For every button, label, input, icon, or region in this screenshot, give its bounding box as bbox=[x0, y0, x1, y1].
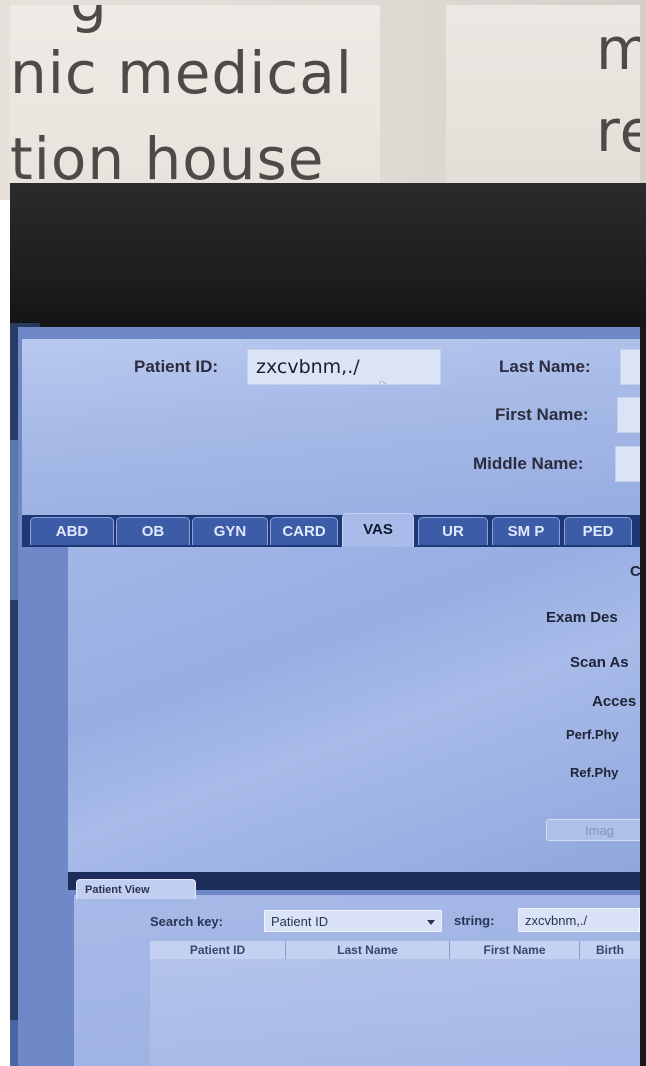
first-name-label: First Name: bbox=[495, 405, 589, 424]
patient-id-label: Patient ID: bbox=[134, 357, 219, 376]
tab-gyn[interactable]: GYN bbox=[192, 517, 268, 545]
tab-abd[interactable]: ABD bbox=[30, 517, 114, 545]
tab-ob[interactable]: OB bbox=[116, 517, 190, 545]
exam-desc-label: Exam Des bbox=[546, 609, 618, 626]
sign-text-right-line1: m bbox=[596, 15, 640, 83]
tab-ur[interactable]: UR bbox=[418, 517, 488, 545]
exam-label-c: C bbox=[630, 563, 640, 580]
patient-grid-body[interactable] bbox=[150, 959, 640, 1066]
tab-smp[interactable]: SM P bbox=[492, 517, 560, 545]
search-key-select[interactable]: Patient ID bbox=[264, 910, 442, 932]
last-name-field[interactable] bbox=[620, 349, 640, 385]
column-patient-id[interactable]: Patient ID bbox=[150, 941, 286, 959]
middle-name-label: Middle Name: bbox=[473, 454, 584, 473]
ultrasound-screen: Patient ID: zxcvbnm,./ Last Name: First … bbox=[18, 327, 640, 1066]
search-string-field[interactable]: zxcvbnm,./ bbox=[518, 908, 640, 932]
wall-sign-right: m re bbox=[446, 5, 640, 195]
sign-text-top: g bbox=[70, 5, 108, 35]
tab-ped[interactable]: PED bbox=[564, 517, 632, 545]
column-first-name[interactable]: First Name bbox=[450, 941, 580, 959]
search-string-value: zxcvbnm,./ bbox=[525, 913, 588, 928]
patient-id-value: zxcvbnm,./ bbox=[256, 356, 360, 378]
tab-card[interactable]: CARD bbox=[270, 517, 338, 545]
mouse-cursor-icon bbox=[374, 377, 396, 384]
last-name-label: Last Name: bbox=[499, 357, 591, 376]
accession-label: Acces bbox=[592, 693, 637, 710]
search-key-value: Patient ID bbox=[271, 914, 329, 929]
sign-text-right-line2: re bbox=[596, 97, 640, 165]
tab-vas[interactable]: VAS bbox=[342, 513, 414, 547]
ref-phy-label: Ref.Phy bbox=[570, 765, 619, 780]
perf-phy-label: Perf.Phy bbox=[566, 727, 619, 742]
column-last-name[interactable]: Last Name bbox=[286, 941, 450, 959]
monitor-bezel-top bbox=[10, 183, 646, 323]
sign-text-line1: nic medical bbox=[10, 39, 353, 107]
middle-name-field[interactable] bbox=[615, 446, 640, 482]
patient-view-tab[interactable]: Patient View bbox=[76, 879, 196, 899]
search-string-label: string: bbox=[454, 913, 495, 928]
first-name-field[interactable] bbox=[617, 397, 640, 433]
patient-id-field[interactable]: zxcvbnm,./ bbox=[247, 349, 441, 385]
dropdown-arrow-icon bbox=[427, 920, 435, 925]
wall-sign-left: g nic medical tion house bbox=[10, 5, 380, 195]
image-button[interactable]: Imag bbox=[546, 819, 640, 841]
scan-as-label: Scan As bbox=[570, 654, 629, 671]
search-key-label: Search key: bbox=[150, 914, 223, 929]
column-birth[interactable]: Birth bbox=[580, 941, 640, 959]
